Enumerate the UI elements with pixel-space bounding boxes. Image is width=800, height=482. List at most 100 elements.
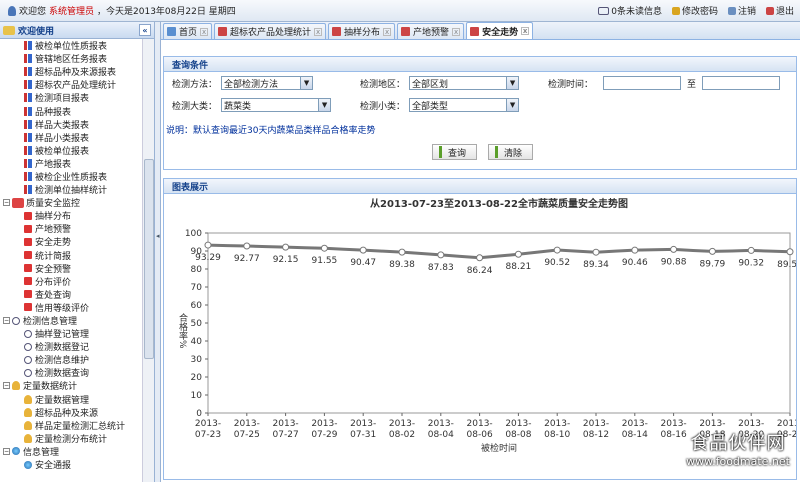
sidebar-scrollbar[interactable] xyxy=(142,39,154,482)
x-tick-label-date: 08-06 xyxy=(467,430,493,440)
tab-sampling-distribution[interactable]: 抽样分布 x xyxy=(328,23,396,39)
sidebar-item[interactable]: 检测项目报表 xyxy=(0,91,142,104)
sidebar-item[interactable]: 被检单位性质报表 xyxy=(0,39,142,52)
flag-icon xyxy=(24,237,32,246)
sidebar-item[interactable]: 超标品种及来源报表 xyxy=(0,65,142,78)
tab-safety-trend[interactable]: 安全走势 x xyxy=(466,22,534,39)
sidebar-item[interactable]: 样品小类报表 xyxy=(0,131,142,144)
y-tick-label: 20 xyxy=(191,373,203,383)
nav-item-label: 定量检测分布统计 xyxy=(35,434,108,445)
start-date-input[interactable] xyxy=(603,76,682,90)
x-tick-label-year: 2013- xyxy=(389,419,415,429)
nav-item-label: 检测项目报表 xyxy=(35,94,90,105)
tab-over-standard-stats[interactable]: 超标农产品处理统计 x xyxy=(214,23,327,39)
sidebar-item[interactable]: 检测数据查询 xyxy=(0,366,142,379)
subcategory-label: 检测小类： xyxy=(360,101,406,112)
bar-icon xyxy=(24,171,32,181)
nav-item-label: 品种报表 xyxy=(35,107,72,118)
sidebar-header: 欢迎使用 « xyxy=(0,22,154,39)
close-icon[interactable]: x xyxy=(452,27,461,36)
search-button-label: 查询 xyxy=(448,148,467,159)
sidebar-item[interactable]: 样品定量检测汇总统计 xyxy=(0,419,142,432)
collapse-sidebar-button[interactable]: « xyxy=(139,24,151,36)
nav-item-label: 样品定量检测汇总统计 xyxy=(35,421,126,432)
mail-icon xyxy=(598,6,610,15)
logout-link[interactable]: 注销 xyxy=(727,4,756,17)
chevron-down-icon[interactable]: ▼ xyxy=(300,77,313,89)
sidebar-item[interactable]: 品种报表 xyxy=(0,104,142,118)
sidebar-item[interactable]: 抽样登记管理 xyxy=(0,327,142,340)
exit-link[interactable]: 退出 xyxy=(765,4,794,17)
nav-item-label: 安全预警 xyxy=(35,264,72,275)
close-icon[interactable]: x xyxy=(200,27,209,36)
close-icon[interactable]: x xyxy=(383,27,392,36)
sidebar-item[interactable]: 被检企业性质报表 xyxy=(0,170,142,183)
sidebar-item[interactable]: 管辖地区任务报表 xyxy=(0,52,142,65)
nav-item-label: 检测单位抽样统计 xyxy=(35,186,108,197)
x-tick-label-date: 07-23 xyxy=(195,430,221,440)
sidebar-group-inspection[interactable]: − 检测信息管理 xyxy=(0,314,142,327)
chevron-down-icon[interactable]: ▼ xyxy=(506,77,519,89)
sidebar-item[interactable]: 产地报表 xyxy=(0,157,142,170)
change-password-link[interactable]: 修改密码 xyxy=(671,4,718,17)
sidebar-item[interactable]: 检测数据登记 xyxy=(0,340,142,353)
query-note: 说明：默认查询最近30天内蔬菜品类样品合格率走势 xyxy=(166,126,376,136)
tab-home[interactable]: 首页 x xyxy=(163,23,213,39)
bar-icon xyxy=(24,119,32,129)
close-icon[interactable]: x xyxy=(314,27,323,36)
sidebar-item[interactable]: 检测信息维护 xyxy=(0,353,142,366)
sidebar-item[interactable]: 安全预警 xyxy=(0,262,142,275)
y-tick-label: 40 xyxy=(191,337,203,347)
sidebar-item[interactable]: 信用等级评价 xyxy=(0,301,142,314)
sidebar-item[interactable]: 被检单位报表 xyxy=(0,144,142,157)
area-select[interactable]: 全部区划 ▼ xyxy=(409,76,520,90)
x-tick-label-date: 08-02 xyxy=(389,430,415,440)
x-tick-label-date: 08-10 xyxy=(544,430,570,440)
chevron-down-icon[interactable]: ▼ xyxy=(318,99,331,111)
data-label: 90.88 xyxy=(661,257,687,267)
sidebar-item[interactable]: 抽样分布 xyxy=(0,209,142,222)
expand-toggle-icon[interactable]: − xyxy=(3,447,10,455)
unread-messages-link[interactable]: 0条未读信息 xyxy=(598,4,662,17)
sidebar-group-info[interactable]: − 信息管理 xyxy=(0,445,142,458)
sidebar-group-quantitative[interactable]: − 定量数据统计 xyxy=(0,379,142,392)
scrollbar-thumb[interactable] xyxy=(144,159,154,359)
clear-button[interactable]: 清除 xyxy=(488,144,534,160)
sidebar-item[interactable]: 定量检测分布统计 xyxy=(0,432,142,445)
category-select[interactable]: 蔬菜类 ▼ xyxy=(221,98,332,112)
tab-origin-warning[interactable]: 产地预警 x xyxy=(397,23,465,39)
user-icon xyxy=(8,5,16,16)
top-bar: 欢迎您 系统管理员 ，今天是2013年08月22日 星期四 0条未读信息 修改密… xyxy=(0,0,800,22)
splitter-arrow-icon[interactable]: ◂ xyxy=(156,232,160,240)
sidebar-item[interactable]: 超标品种及来源 xyxy=(0,406,142,419)
sidebar-item[interactable]: 查处查询 xyxy=(0,288,142,301)
x-tick-label-date: 07-31 xyxy=(350,430,376,440)
nav-item-label: 安全走势 xyxy=(35,238,72,249)
watermark-url: www.foodmate.net xyxy=(686,455,790,468)
home-icon xyxy=(167,27,176,36)
sidebar-item[interactable]: 安全走势 xyxy=(0,235,142,248)
mag-icon xyxy=(24,329,32,338)
search-button[interactable]: 查询 xyxy=(432,144,478,160)
sidebar-group-quality[interactable]: − 质量安全监控 xyxy=(0,196,142,209)
user-role: 系统管理员 xyxy=(49,7,95,17)
data-label: 88.21 xyxy=(506,262,532,272)
expand-toggle-icon[interactable]: − xyxy=(3,382,10,390)
method-select[interactable]: 全部检测方法 ▼ xyxy=(221,76,314,90)
subcategory-select[interactable]: 全部类型 ▼ xyxy=(409,98,520,112)
sidebar-item[interactable]: 检测单位抽样统计 xyxy=(0,183,142,196)
sidebar-item[interactable]: 样品大类报表 xyxy=(0,118,142,131)
gicon-icon xyxy=(12,197,24,208)
end-date-input[interactable] xyxy=(702,76,781,90)
sidebar-item[interactable]: 定量数据管理 xyxy=(0,393,142,406)
sidebar-item[interactable]: 统计简报 xyxy=(0,249,142,262)
close-icon[interactable]: x xyxy=(521,27,530,35)
sidebar-item[interactable]: 产地预警 xyxy=(0,222,142,235)
sidebar-item[interactable]: 分布评价 xyxy=(0,275,142,288)
expand-toggle-icon[interactable]: − xyxy=(3,199,10,207)
sidebar-item[interactable]: 超标农产品处理统计 xyxy=(0,78,142,91)
expand-toggle-icon[interactable]: − xyxy=(3,317,10,325)
sidebar-item[interactable]: 安全通报 xyxy=(0,458,142,471)
tab-label: 安全走势 xyxy=(482,27,519,38)
chevron-down-icon[interactable]: ▼ xyxy=(506,99,519,111)
